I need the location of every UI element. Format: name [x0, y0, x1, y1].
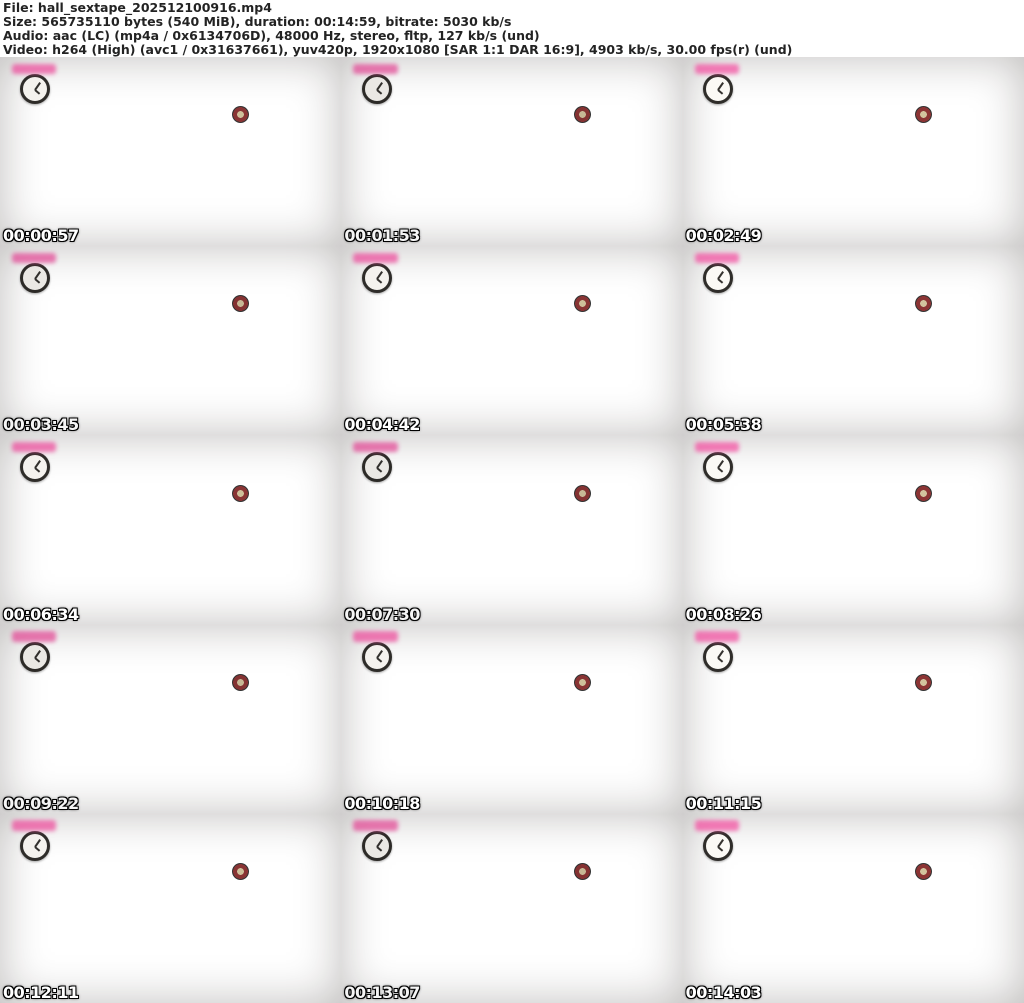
christmas-tree-shape — [478, 855, 550, 980]
watermark-badge — [353, 631, 398, 642]
watermark-badge — [694, 631, 739, 642]
video-thumbnail: 00:09:22 — [0, 625, 341, 814]
watermark-badge — [694, 442, 739, 453]
timestamp-overlay: 00:09:22 — [3, 793, 79, 813]
timestamp-overlay: 00:00:57 — [3, 226, 79, 246]
dartboard-shape — [232, 295, 250, 313]
timestamp-overlay: 00:07:30 — [344, 604, 420, 624]
wall-clock-shape — [20, 452, 51, 483]
dartboard-shape — [914, 295, 932, 313]
wall-clock-shape — [361, 830, 392, 861]
christmas-tree-shape — [478, 666, 550, 791]
watermark-badge — [11, 631, 57, 642]
video-thumbnail: 00:02:49 — [683, 57, 1024, 246]
video-thumbnail: 00:10:18 — [341, 625, 682, 814]
watermark-badge — [11, 252, 57, 264]
video-thumbnail: 00:07:30 — [341, 435, 682, 624]
video-thumbnail: 00:01:53 — [341, 57, 682, 246]
dartboard-shape — [573, 673, 591, 691]
timestamp-overlay: 00:04:42 — [344, 415, 420, 435]
video-thumbnail: 00:14:03 — [683, 814, 1024, 1003]
dartboard-shape — [573, 484, 591, 502]
dartboard-shape — [914, 106, 932, 124]
dartboard-shape — [573, 295, 591, 313]
timestamp-overlay: 00:02:49 — [685, 226, 762, 246]
video-thumbnail: 00:12:11 — [0, 814, 341, 1003]
video-thumbnail: 00:08:26 — [683, 435, 1024, 624]
christmas-tree-shape — [478, 99, 550, 224]
wall-clock-shape — [20, 830, 51, 861]
timestamp-overlay: 00:05:38 — [685, 415, 762, 435]
timestamp-overlay: 00:01:53 — [344, 226, 420, 246]
dartboard-shape — [573, 106, 591, 124]
dartboard-shape — [914, 673, 932, 691]
watermark-badge — [353, 252, 398, 264]
wall-clock-shape — [703, 74, 734, 105]
timestamp-overlay: 00:14:03 — [685, 982, 762, 1002]
watermark-badge — [694, 63, 739, 74]
watermark-badge — [353, 442, 398, 453]
watermark-badge — [694, 820, 739, 831]
dartboard-shape — [914, 862, 932, 880]
video-thumbnail: 00:00:57 — [0, 57, 341, 246]
dartboard-shape — [232, 673, 250, 691]
timestamp-overlay: 00:03:45 — [3, 415, 79, 435]
wall-clock-shape — [361, 452, 392, 483]
watermark-badge — [694, 252, 739, 264]
audio-codec-line: Audio: aac (LC) (mp4a / 0x6134706D), 480… — [3, 28, 540, 43]
watermark-badge — [11, 820, 57, 831]
video-codec-line: Video: h264 (High) (avc1 / 0x31637661), … — [3, 42, 793, 57]
christmas-tree-shape — [819, 288, 891, 413]
christmas-tree-shape — [819, 855, 891, 980]
wall-clock-shape — [20, 74, 51, 105]
thumbnail-grid: 00:00:57 00:01:53 00:02:49 00:03:45 00:0… — [0, 57, 1024, 1003]
timestamp-overlay: 00:06:34 — [3, 604, 79, 624]
wall-clock-shape — [703, 452, 734, 483]
timestamp-overlay: 00:12:11 — [3, 982, 79, 1002]
christmas-tree-shape — [136, 855, 208, 980]
timestamp-overlay: 00:11:15 — [685, 793, 762, 813]
dartboard-shape — [232, 862, 250, 880]
video-metadata-header: File: hall_sextape_202512100916.mp4 Size… — [0, 0, 1024, 57]
video-thumbnail: 00:06:34 — [0, 435, 341, 624]
video-thumbnail: 00:04:42 — [341, 246, 682, 435]
christmas-tree-shape — [478, 288, 550, 413]
christmas-tree-shape — [136, 288, 208, 413]
timestamp-overlay: 00:08:26 — [685, 604, 762, 624]
video-thumbnail: 00:03:45 — [0, 246, 341, 435]
christmas-tree-shape — [136, 477, 208, 602]
christmas-tree-shape — [478, 477, 550, 602]
wall-clock-shape — [361, 74, 392, 105]
wall-clock-shape — [20, 263, 51, 294]
watermark-badge — [11, 442, 57, 453]
video-thumbnail: 00:11:15 — [683, 625, 1024, 814]
wall-clock-shape — [361, 263, 392, 294]
timestamp-overlay: 00:13:07 — [344, 982, 420, 1002]
dartboard-shape — [914, 484, 932, 502]
christmas-tree-shape — [819, 666, 891, 791]
wall-clock-shape — [20, 641, 51, 672]
christmas-tree-shape — [136, 666, 208, 791]
dartboard-shape — [232, 484, 250, 502]
file-name-line: File: hall_sextape_202512100916.mp4 — [3, 0, 272, 15]
wall-clock-shape — [703, 641, 734, 672]
christmas-tree-shape — [819, 99, 891, 224]
wall-clock-shape — [361, 641, 392, 672]
dartboard-shape — [232, 106, 250, 124]
video-thumbnail: 00:05:38 — [683, 246, 1024, 435]
christmas-tree-shape — [819, 477, 891, 602]
size-duration-bitrate-line: Size: 565735110 bytes (540 MiB), duratio… — [3, 14, 512, 29]
video-thumbnail: 00:13:07 — [341, 814, 682, 1003]
watermark-badge — [11, 63, 57, 74]
timestamp-overlay: 00:10:18 — [344, 793, 420, 813]
watermark-badge — [353, 820, 398, 831]
christmas-tree-shape — [136, 99, 208, 224]
wall-clock-shape — [703, 263, 734, 294]
watermark-badge — [353, 63, 398, 74]
wall-clock-shape — [703, 830, 734, 861]
dartboard-shape — [573, 862, 591, 880]
